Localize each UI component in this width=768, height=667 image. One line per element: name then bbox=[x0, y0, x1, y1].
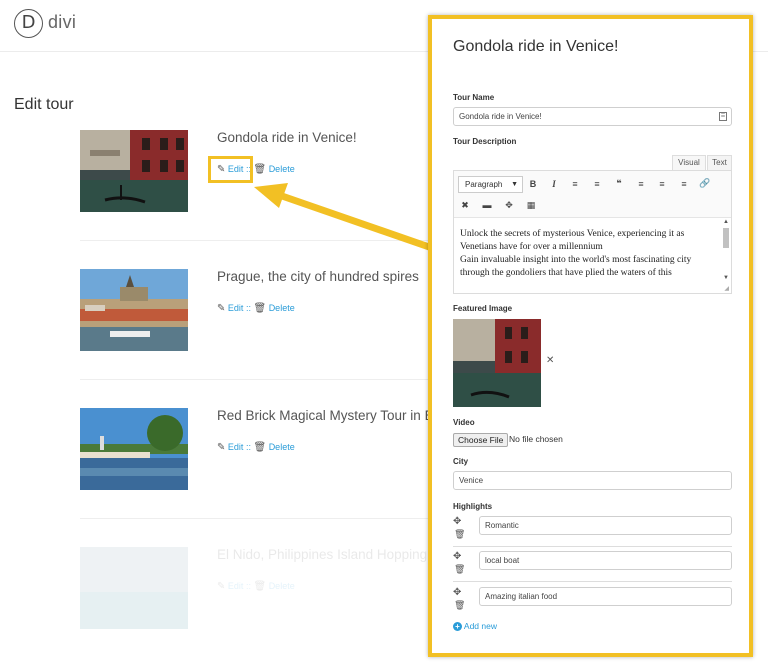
divi-logo-icon[interactable]: D bbox=[14, 9, 43, 38]
divider bbox=[80, 518, 440, 519]
no-file-text: No file chosen bbox=[509, 434, 563, 444]
tab-visual[interactable]: Visual bbox=[672, 155, 706, 170]
tour-name-label: Tour Name bbox=[453, 93, 495, 102]
resize-handle-icon[interactable]: ◢ bbox=[724, 285, 729, 292]
align-right-icon[interactable]: ≡ bbox=[677, 179, 691, 189]
divider bbox=[80, 240, 440, 241]
scroll-thumb[interactable] bbox=[723, 228, 729, 248]
highlight-row: ✥ 🗑 local boat bbox=[453, 551, 732, 583]
tour-actions: ✎ Edit :: 🗑 Delete bbox=[217, 581, 295, 592]
city-input[interactable]: Venice bbox=[453, 471, 732, 490]
horizontal-rule-icon[interactable]: ▬ bbox=[480, 200, 494, 210]
trash-icon[interactable]: 🗑 bbox=[454, 600, 465, 611]
trash-icon[interactable]: 🗑 bbox=[253, 164, 266, 175]
italic-icon[interactable]: I bbox=[547, 179, 561, 189]
action-separator: :: bbox=[245, 581, 251, 591]
editor-scrollbar[interactable]: ▲ ▼ bbox=[722, 219, 730, 281]
bullet-list-icon[interactable]: ≡ bbox=[568, 179, 582, 189]
kitchen-sink-icon[interactable]: ▦ bbox=[524, 200, 538, 211]
delete-link[interactable]: Delete bbox=[269, 581, 295, 591]
edit-icon[interactable]: ✎ bbox=[217, 581, 225, 592]
tour-name-value: Gondola ride in Venice! bbox=[459, 112, 542, 121]
tour-thumbnail-prague[interactable] bbox=[80, 269, 188, 351]
align-center-icon[interactable]: ≡ bbox=[655, 179, 669, 189]
scroll-up-icon[interactable]: ▲ bbox=[723, 219, 729, 225]
move-icon[interactable]: ✥ bbox=[453, 551, 461, 562]
city-label: City bbox=[453, 457, 469, 466]
move-icon[interactable]: ✥ bbox=[453, 516, 461, 527]
tour-title[interactable]: El Nido, Philippines Island Hopping bbox=[217, 547, 427, 562]
highlights-label: Highlights bbox=[453, 502, 493, 511]
unlink-icon[interactable]: ✖ bbox=[458, 200, 472, 211]
add-new-label: Add new bbox=[463, 621, 497, 631]
video-label: Video bbox=[453, 418, 475, 427]
page-title: Edit tour bbox=[14, 96, 74, 113]
tour-title[interactable]: Prague, the city of hundred spires bbox=[217, 269, 419, 284]
trash-icon[interactable]: 🗑 bbox=[454, 529, 465, 540]
tour-thumbnail-red-brick[interactable] bbox=[80, 408, 188, 490]
logo-text[interactable]: divi bbox=[48, 12, 76, 33]
tour-thumbnail-venice[interactable] bbox=[80, 130, 188, 212]
blockquote-icon[interactable]: ❝ bbox=[612, 178, 626, 189]
description-text[interactable]: Unlock the secrets of mysterious Venice,… bbox=[460, 228, 722, 290]
trash-icon[interactable]: 🗑 bbox=[253, 303, 266, 314]
featured-image[interactable] bbox=[453, 319, 541, 407]
edit-link[interactable]: Edit bbox=[228, 303, 244, 313]
edit-link[interactable]: Edit bbox=[228, 581, 244, 591]
choose-file-button[interactable]: Choose File bbox=[453, 433, 509, 447]
action-separator: :: bbox=[245, 442, 251, 452]
delete-link[interactable]: Delete bbox=[269, 442, 295, 452]
fullscreen-icon[interactable]: ✥ bbox=[502, 200, 516, 211]
add-new-link[interactable]: + Add new bbox=[453, 621, 497, 631]
tour-actions: ✎ Edit :: 🗑 Delete bbox=[217, 303, 295, 314]
tour-description-label: Tour Description bbox=[453, 137, 517, 146]
tour-title[interactable]: Red Brick Magical Mystery Tour in E bbox=[217, 408, 434, 423]
bold-icon[interactable]: B bbox=[526, 179, 540, 189]
divider bbox=[453, 546, 732, 547]
featured-image-label: Featured Image bbox=[453, 304, 513, 313]
chevron-down-icon: ▼ bbox=[511, 181, 518, 188]
highlight-input[interactable]: Romantic bbox=[479, 516, 732, 535]
description-line: Unlock the secrets of mysterious Venice,… bbox=[460, 229, 685, 239]
highlight-input[interactable]: Amazing italian food bbox=[479, 587, 732, 606]
keyboard-icon[interactable]: ☰ bbox=[719, 112, 727, 121]
description-line: through the gondoliers that have plied t… bbox=[460, 268, 672, 278]
plus-circle-icon: + bbox=[453, 622, 462, 631]
highlight-row: ✥ 🗑 Romantic bbox=[453, 516, 732, 548]
move-icon[interactable]: ✥ bbox=[453, 587, 461, 598]
trash-icon[interactable]: 🗑 bbox=[253, 442, 266, 453]
description-line: Venetians have for over a millennium bbox=[460, 242, 603, 252]
tour-actions: ✎ Edit :: 🗑 Delete bbox=[217, 442, 295, 453]
edit-highlight-box bbox=[208, 156, 253, 183]
tour-thumbnail-el-nido[interactable] bbox=[80, 547, 188, 629]
numbered-list-icon[interactable]: ≡ bbox=[590, 179, 604, 189]
trash-icon[interactable]: 🗑 bbox=[253, 581, 266, 592]
description-editor[interactable]: Paragraph ▼ B I ≡ ≡ ❝ ≡ ≡ ≡ 🔗 ✖ ▬ ✥ ▦ Un… bbox=[453, 170, 732, 294]
delete-link[interactable]: Delete bbox=[269, 303, 295, 313]
tab-text[interactable]: Text bbox=[707, 155, 732, 170]
trash-icon[interactable]: 🗑 bbox=[454, 564, 465, 575]
edit-tour-panel: Gondola ride in Venice! Tour Name Gondol… bbox=[428, 15, 753, 657]
scroll-down-icon[interactable]: ▼ bbox=[723, 275, 729, 281]
tour-name-input[interactable]: Gondola ride in Venice! ☰ bbox=[453, 107, 732, 126]
align-left-icon[interactable]: ≡ bbox=[634, 179, 648, 189]
format-select-value: Paragraph bbox=[465, 180, 503, 189]
delete-link[interactable]: Delete bbox=[269, 164, 295, 174]
description-line: Gain invaluable insight into the world's… bbox=[460, 255, 692, 265]
divider bbox=[80, 379, 440, 380]
close-icon[interactable]: ✕ bbox=[546, 355, 554, 366]
editor-toolbar: Paragraph ▼ B I ≡ ≡ ❝ ≡ ≡ ≡ 🔗 ✖ ▬ ✥ ▦ bbox=[454, 171, 731, 218]
edit-icon[interactable]: ✎ bbox=[217, 442, 225, 453]
link-icon[interactable]: 🔗 bbox=[698, 178, 712, 189]
highlight-row: ✥ 🗑 Amazing italian food bbox=[453, 587, 732, 619]
tour-title[interactable]: Gondola ride in Venice! bbox=[217, 130, 357, 145]
action-separator: :: bbox=[245, 303, 251, 313]
divider bbox=[453, 581, 732, 582]
format-select[interactable]: Paragraph ▼ bbox=[458, 176, 523, 193]
highlight-input[interactable]: local boat bbox=[479, 551, 732, 570]
panel-title: Gondola ride in Venice! bbox=[453, 38, 619, 55]
edit-icon[interactable]: ✎ bbox=[217, 303, 225, 314]
edit-link[interactable]: Edit bbox=[228, 442, 244, 452]
